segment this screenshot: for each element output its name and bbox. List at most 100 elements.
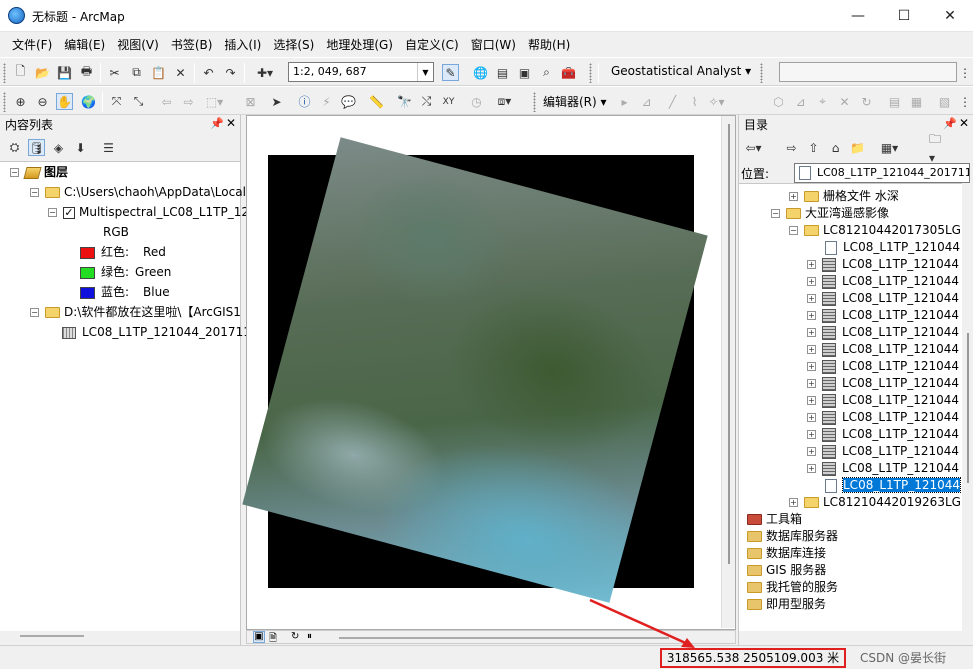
straight-segment-icon[interactable]: ╱: [664, 93, 681, 110]
view-options-icon[interactable]: ▦▾: [881, 139, 898, 156]
edit-tool-icon[interactable]: ▸: [616, 93, 633, 110]
collapse-icon[interactable]: −: [30, 308, 39, 317]
editor-menu[interactable]: 编辑器(R) ▾: [543, 93, 607, 110]
time-slider-icon[interactable]: ◷: [468, 93, 485, 110]
create-features-icon[interactable]: ▧: [936, 93, 953, 110]
identify-icon[interactable]: ⓘ: [296, 93, 313, 110]
layer-visibility-checkbox[interactable]: ✓: [63, 206, 75, 219]
zoom-out-icon[interactable]: ⊖: [34, 93, 51, 110]
red-band-item[interactable]: 红色: Red: [80, 242, 166, 262]
cut-icon[interactable]: ✂: [106, 64, 123, 81]
collapse-icon[interactable]: −: [10, 168, 19, 177]
collapse-icon[interactable]: −: [30, 188, 39, 197]
forward-icon[interactable]: ⇨: [783, 139, 800, 156]
data-source-folder-2[interactable]: − D:\软件都放在这里啦\【ArcGIS1: [30, 302, 241, 322]
arctoolbox-icon[interactable]: 🧰: [560, 64, 577, 81]
minimize-button[interactable]: —: [835, 0, 881, 32]
refresh-icon[interactable]: ↻: [291, 631, 299, 642]
catalog-vertical-scrollbar[interactable]: [962, 183, 973, 631]
go-to-xy-icon[interactable]: XY: [440, 93, 457, 110]
new-document-icon[interactable]: 🗋: [12, 64, 29, 81]
menu-insert[interactable]: 插入(I): [218, 33, 267, 57]
back-extent-icon[interactable]: ⇦: [158, 93, 175, 110]
collapse-icon[interactable]: −: [48, 208, 57, 217]
list-by-drawing-order-icon[interactable]: ⛭: [6, 139, 23, 156]
close-button[interactable]: ✕: [927, 0, 973, 32]
rotate-icon[interactable]: ↻: [858, 93, 875, 110]
fixed-zoom-in-icon[interactable]: ⤧: [108, 93, 125, 110]
measure-icon[interactable]: 📏: [368, 93, 385, 110]
menu-view[interactable]: 视图(V): [111, 33, 165, 57]
clear-selection-icon[interactable]: ⊠: [242, 93, 259, 110]
select-features-icon[interactable]: ⬚▾: [206, 93, 223, 110]
full-extent-icon[interactable]: 🌍: [80, 93, 97, 110]
map-vertical-scrollbar[interactable]: [721, 116, 735, 628]
undo-icon[interactable]: ↶: [200, 64, 217, 81]
menu-selection[interactable]: 选择(S): [267, 33, 320, 57]
raster-table-item[interactable]: LC08_L1TP_121044_201711: [62, 322, 251, 342]
sketch-properties-icon[interactable]: ▦: [908, 93, 925, 110]
layers-node[interactable]: − 图层: [10, 162, 68, 182]
save-icon[interactable]: 💾: [56, 64, 73, 81]
scroll-thumb[interactable]: [728, 124, 730, 564]
select-elements-icon[interactable]: ➤: [268, 93, 285, 110]
catalog-ready-services[interactable]: 即用型服务: [747, 594, 826, 614]
toc-hscroll-thumb[interactable]: [20, 635, 84, 637]
layer-combo[interactable]: [779, 62, 957, 82]
multispectral-layer[interactable]: − ✓ Multispectral_LC08_L1TP_121044: [48, 202, 280, 222]
pin-icon[interactable]: 📌: [943, 117, 957, 130]
fixed-zoom-out-icon[interactable]: ⤡: [130, 93, 147, 110]
up-one-level-icon[interactable]: ⇧: [805, 139, 822, 156]
location-combo[interactable]: LC08_L1TP_121044_201711: [794, 163, 970, 183]
toolbar-overflow-icon[interactable]: ⋮: [958, 64, 972, 81]
close-icon[interactable]: ✕: [959, 116, 969, 130]
list-by-selection-icon[interactable]: ⬇: [72, 139, 89, 156]
find-binoculars-icon[interactable]: 🔭: [396, 93, 413, 110]
zoom-in-icon[interactable]: ⊕: [12, 93, 29, 110]
redo-icon[interactable]: ↷: [222, 64, 239, 81]
edit-annotation-icon[interactable]: ⊿: [638, 93, 655, 110]
pan-hand-icon[interactable]: ✋: [56, 93, 73, 110]
data-view-icon[interactable]: ▣: [253, 631, 265, 643]
connect-folder-icon[interactable]: 📁: [849, 139, 866, 156]
split-icon[interactable]: ✕: [836, 93, 853, 110]
pin-icon[interactable]: 📌: [210, 117, 224, 130]
list-by-visibility-icon[interactable]: ◈: [50, 139, 67, 156]
menu-windows[interactable]: 窗口(W): [465, 33, 522, 57]
find-route-icon[interactable]: ⤭: [418, 93, 435, 110]
attributes-icon[interactable]: ▤: [886, 93, 903, 110]
point-icon[interactable]: ✧▾: [708, 93, 725, 110]
globe-icon[interactable]: 🌐: [472, 64, 489, 81]
options-icon[interactable]: ☰: [100, 139, 117, 156]
menu-bookmarks[interactable]: 书签(B): [165, 33, 219, 57]
toolbar-overflow-icon-2[interactable]: ⋮: [958, 93, 972, 110]
editor-toolbar-icon[interactable]: ✎: [442, 64, 459, 81]
menu-help[interactable]: 帮助(H): [522, 33, 576, 57]
geostatistical-analyst-menu[interactable]: Geostatistical Analyst ▾: [611, 64, 751, 78]
catalog-window-icon[interactable]: ▣: [516, 64, 533, 81]
home-icon[interactable]: ⌂: [827, 139, 844, 156]
cut-polygon-icon[interactable]: ⌖: [814, 93, 831, 110]
data-source-folder-1[interactable]: − C:\Users\chaoh\AppData\Local: [30, 182, 246, 202]
catalog-folder-2019[interactable]: + LC81210442019263LG: [789, 492, 961, 512]
table-icon[interactable]: ▤: [494, 64, 511, 81]
delete-icon[interactable]: ✕: [172, 64, 189, 81]
blue-band-item[interactable]: 蓝色: Blue: [80, 282, 170, 302]
menu-customize[interactable]: 自定义(C): [399, 33, 465, 57]
html-popup-icon[interactable]: 💬: [340, 93, 357, 110]
create-viewer-icon[interactable]: ⧈▾: [496, 93, 513, 110]
menu-geoprocessing[interactable]: 地理处理(G): [320, 33, 399, 57]
forward-extent-icon[interactable]: ⇨: [180, 93, 197, 110]
add-data-icon[interactable]: ✚▾: [250, 64, 280, 81]
print-icon[interactable]: 🖶: [78, 64, 95, 81]
chevron-down-icon[interactable]: ▼: [417, 63, 433, 81]
toolbar-grip[interactable]: [3, 63, 6, 83]
maximize-button[interactable]: ☐: [881, 0, 927, 32]
green-band-item[interactable]: 绿色: Green: [80, 262, 171, 282]
scroll-thumb[interactable]: [967, 333, 969, 483]
menu-edit[interactable]: 编辑(E): [58, 33, 111, 57]
new-folder-icon[interactable]: 🗀▾: [929, 132, 946, 165]
trace-icon[interactable]: ⌇: [686, 93, 703, 110]
copy-icon[interactable]: ⧉: [128, 64, 145, 81]
menu-file[interactable]: 文件(F): [6, 33, 58, 57]
